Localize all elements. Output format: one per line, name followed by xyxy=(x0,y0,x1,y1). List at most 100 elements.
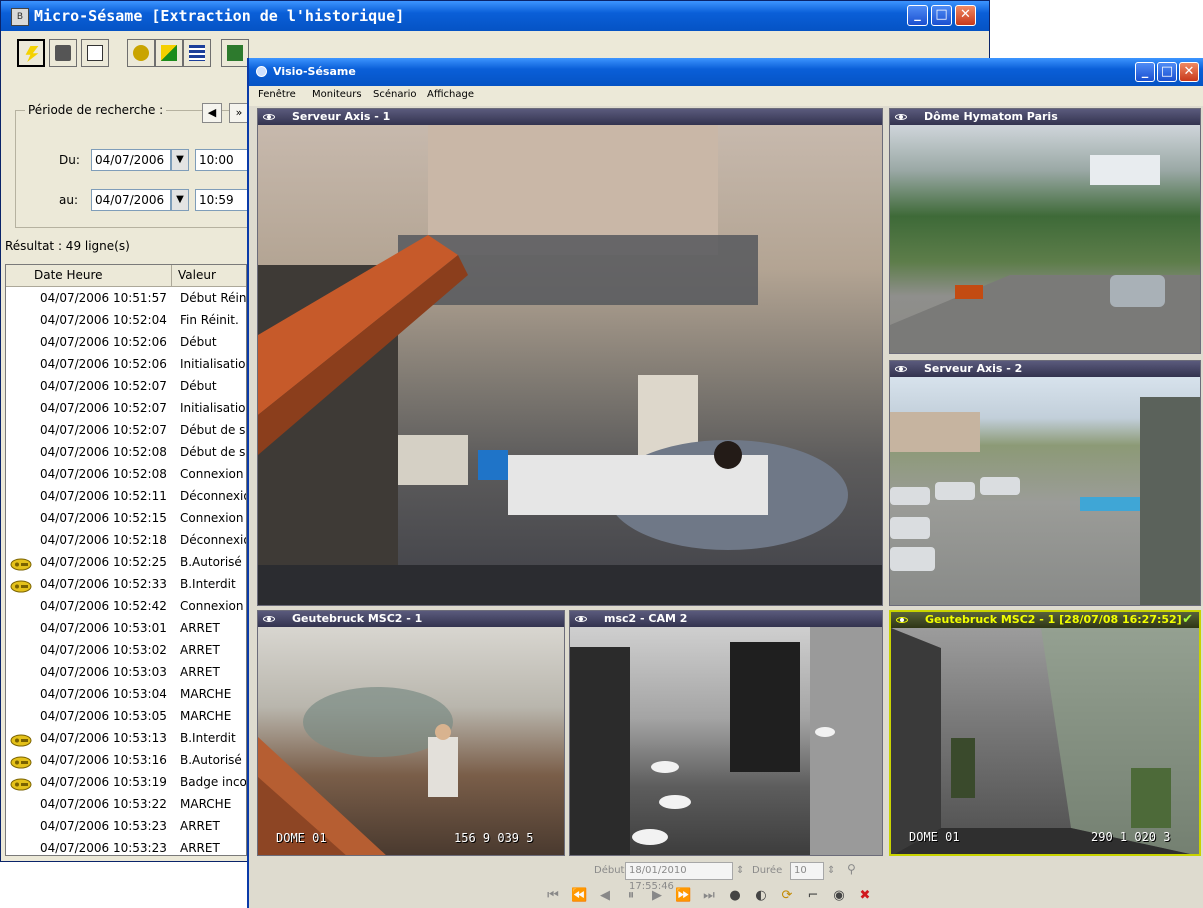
osd-timecode: 156 9 039 5 xyxy=(454,831,534,845)
filter-button[interactable] xyxy=(183,39,211,67)
visio-sesame-titlebar[interactable]: Visio-Sésame _ □ ✕ xyxy=(249,58,1203,86)
table-row[interactable]: 04/07/2006 10:53:13 B.Interdit xyxy=(6,727,246,749)
camera-icon[interactable]: ◉ xyxy=(831,888,847,904)
table-row[interactable]: 04/07/2006 10:52:06 Début xyxy=(6,331,246,353)
to-time-field[interactable]: 10:59 xyxy=(195,189,249,211)
camera-pane-geutebruck-1[interactable]: Geutebruck MSC2 - 1 DOME 01 156 9 039 5 xyxy=(257,610,565,856)
close-button[interactable]: ✕ xyxy=(955,5,976,26)
previous-period-button[interactable]: ◀ xyxy=(202,103,222,123)
period-legend: Période de recherche : xyxy=(25,103,167,117)
badge-key-icon xyxy=(10,776,32,791)
table-row[interactable]: 04/07/2006 10:53:23 ARRET xyxy=(6,837,246,855)
lightning-button[interactable] xyxy=(17,39,45,67)
table-row[interactable]: 04/07/2006 10:52:07 Initialisation xyxy=(6,397,246,419)
table-row[interactable]: 04/07/2006 10:52:07 Début de s xyxy=(6,419,246,441)
step-back-icon[interactable]: ⏪ xyxy=(571,888,587,904)
table-row[interactable]: 04/07/2006 10:52:07 Début xyxy=(6,375,246,397)
menu-scenario[interactable]: Scénario xyxy=(373,89,416,100)
spin-icon[interactable]: ⇕ xyxy=(827,865,835,876)
play-icon[interactable]: ▶ xyxy=(649,888,665,904)
settings-button[interactable] xyxy=(127,39,155,67)
camera-pane-msc2-cam2[interactable]: msc2 - CAM 2 xyxy=(569,610,883,856)
chart-icon xyxy=(161,45,177,61)
lobby-scene xyxy=(258,125,882,605)
maximize-button[interactable]: □ xyxy=(1157,62,1177,82)
record-icon[interactable]: ● xyxy=(727,888,743,904)
cell-value: Début xyxy=(180,379,217,393)
to-date-dropdown[interactable]: ▼ xyxy=(171,189,189,211)
exit-button[interactable] xyxy=(221,39,249,67)
spin-icon[interactable]: ⇕ xyxy=(736,865,744,876)
table-row[interactable]: 04/07/2006 10:53:22 MARCHE xyxy=(6,793,246,815)
snapshot-icon[interactable]: ◐ xyxy=(753,888,769,904)
table-row[interactable]: 04/07/2006 10:53:04 MARCHE xyxy=(6,683,246,705)
start-datetime-field[interactable]: 18/01/2010 17:55:46 xyxy=(625,862,733,892)
print-button[interactable] xyxy=(49,39,77,67)
pane-titlebar: Serveur Axis - 1 xyxy=(258,109,882,125)
zoom-icon[interactable]: ⚲ xyxy=(847,862,856,876)
table-row[interactable]: 04/07/2006 10:53:23 ARRET xyxy=(6,815,246,837)
table-row[interactable]: 04/07/2006 10:52:04 Fin Réinit. xyxy=(6,309,246,331)
table-row[interactable]: 04/07/2006 10:53:16 B.Autorisé xyxy=(6,749,246,771)
table-row[interactable]: 04/07/2006 10:52:06 Initialisation xyxy=(6,353,246,375)
table-row[interactable]: 04/07/2006 10:52:15 Connexion xyxy=(6,507,246,529)
eye-icon xyxy=(263,114,275,120)
next-period-button[interactable]: » xyxy=(229,103,249,123)
minimize-button[interactable]: _ xyxy=(907,5,928,26)
cell-datetime: 04/07/2006 10:53:04 xyxy=(40,687,167,701)
cell-value: ARRET xyxy=(180,643,220,657)
from-date-field[interactable]: 04/07/2006 xyxy=(91,149,171,171)
table-row[interactable]: 04/07/2006 10:52:11 Déconnexio xyxy=(6,485,246,507)
table-row[interactable]: 04/07/2006 10:53:05 MARCHE xyxy=(6,705,246,727)
menu-fenetre[interactable]: Fenêtre xyxy=(258,89,296,100)
pause-icon[interactable]: ⏸ xyxy=(623,888,639,904)
pane-titlebar: Serveur Axis - 2 xyxy=(890,361,1200,377)
column-header-value[interactable]: Valeur xyxy=(172,265,246,286)
menu-moniteurs[interactable]: Moniteurs xyxy=(312,89,362,100)
table-row[interactable]: 04/07/2006 10:52:25 B.Autorisé xyxy=(6,551,246,573)
camera-pane-geutebruck-playback[interactable]: Geutebruck MSC2 - 1 [28/07/08 16:27:52] … xyxy=(889,610,1201,856)
table-row[interactable]: 04/07/2006 10:53:19 Badge inco xyxy=(6,771,246,793)
from-date-dropdown[interactable]: ▼ xyxy=(171,149,189,171)
table-row[interactable]: 04/07/2006 10:53:03 ARRET xyxy=(6,661,246,683)
refresh-icon[interactable]: ⟳ xyxy=(779,888,795,904)
chart-button[interactable] xyxy=(155,39,183,67)
step-forward-icon[interactable]: ⏩ xyxy=(675,888,691,904)
camera-pane-serveur-axis-1[interactable]: Serveur Axis - 1 xyxy=(257,108,883,606)
to-date-field[interactable]: 04/07/2006 xyxy=(91,189,171,211)
maximize-button[interactable]: □ xyxy=(931,5,952,26)
table-row[interactable]: 04/07/2006 10:51:57 Début Réin xyxy=(6,287,246,309)
badge-key-icon xyxy=(10,732,32,747)
marker-icon[interactable]: ⌐ xyxy=(805,888,821,904)
duration-field[interactable]: 10 xyxy=(790,862,824,880)
pane-title: msc2 - CAM 2 xyxy=(604,612,688,625)
cell-value: Connexion xyxy=(180,467,244,481)
first-frame-icon[interactable]: ⏮ xyxy=(545,888,561,904)
camera-feed xyxy=(258,125,882,605)
table-row[interactable]: 04/07/2006 10:52:08 Début de s xyxy=(6,441,246,463)
last-frame-icon[interactable]: ⏭ xyxy=(701,888,717,904)
camera-feed xyxy=(890,377,1200,605)
table-header: Date Heure Valeur xyxy=(6,265,246,287)
table-row[interactable]: 04/07/2006 10:53:02 ARRET xyxy=(6,639,246,661)
table-row[interactable]: 04/07/2006 10:52:08 Connexion xyxy=(6,463,246,485)
cell-value: MARCHE xyxy=(180,709,232,723)
gear-icon xyxy=(133,45,149,61)
micro-sesame-titlebar[interactable]: B Micro-Sésame [Extraction de l'historiq… xyxy=(1,1,989,31)
table-row[interactable]: 04/07/2006 10:52:42 Connexion xyxy=(6,595,246,617)
menu-affichage[interactable]: Affichage xyxy=(427,89,474,100)
column-header-datetime[interactable]: Date Heure xyxy=(6,265,172,286)
from-time-field[interactable]: 10:00 xyxy=(195,149,249,171)
camera-pane-serveur-axis-2[interactable]: Serveur Axis - 2 xyxy=(889,360,1201,606)
bar-scene xyxy=(570,627,882,855)
table-row[interactable]: 04/07/2006 10:53:01 ARRET xyxy=(6,617,246,639)
export-button[interactable] xyxy=(81,39,109,67)
close-icon[interactable]: ✖ xyxy=(857,888,873,904)
camera-pane-dome-hymatom[interactable]: Dôme Hymatom Paris xyxy=(889,108,1201,354)
cell-value: B.Autorisé xyxy=(180,555,242,569)
minimize-button[interactable]: _ xyxy=(1135,62,1155,82)
table-row[interactable]: 04/07/2006 10:52:33 B.Interdit xyxy=(6,573,246,595)
rewind-icon[interactable]: ◀ xyxy=(597,888,613,904)
table-row[interactable]: 04/07/2006 10:52:18 Déconnexio xyxy=(6,529,246,551)
close-button[interactable]: ✕ xyxy=(1179,62,1199,82)
